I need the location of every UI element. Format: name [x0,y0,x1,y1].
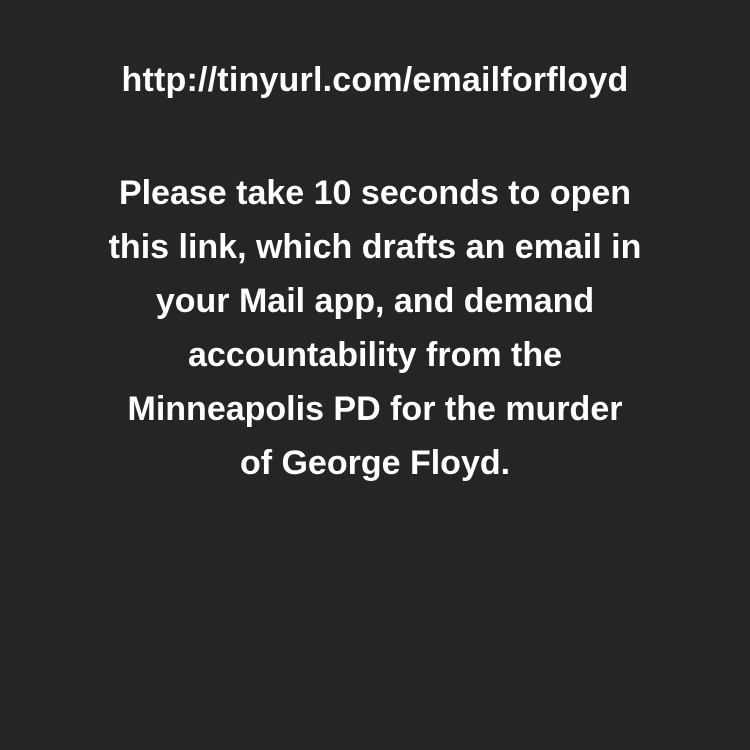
message-line-3: your Mail app, and demand [155,282,595,320]
message-line-6: of George Floyd. [239,444,511,482]
message-line-2: this link, which drafts an email in [108,228,642,266]
message-block: Please take 10 seconds to open this link… [0,166,750,490]
message-line-4: accountability from the [187,336,563,374]
message-line-1: Please take 10 seconds to open [118,174,632,212]
tinyurl-link-text: http://tinyurl.com/emailforfloyd [121,61,629,99]
message-line-5: Minneapolis PD for the murder [127,390,623,428]
post-canvas: http://tinyurl.com/emailforfloyd Please … [0,0,750,750]
